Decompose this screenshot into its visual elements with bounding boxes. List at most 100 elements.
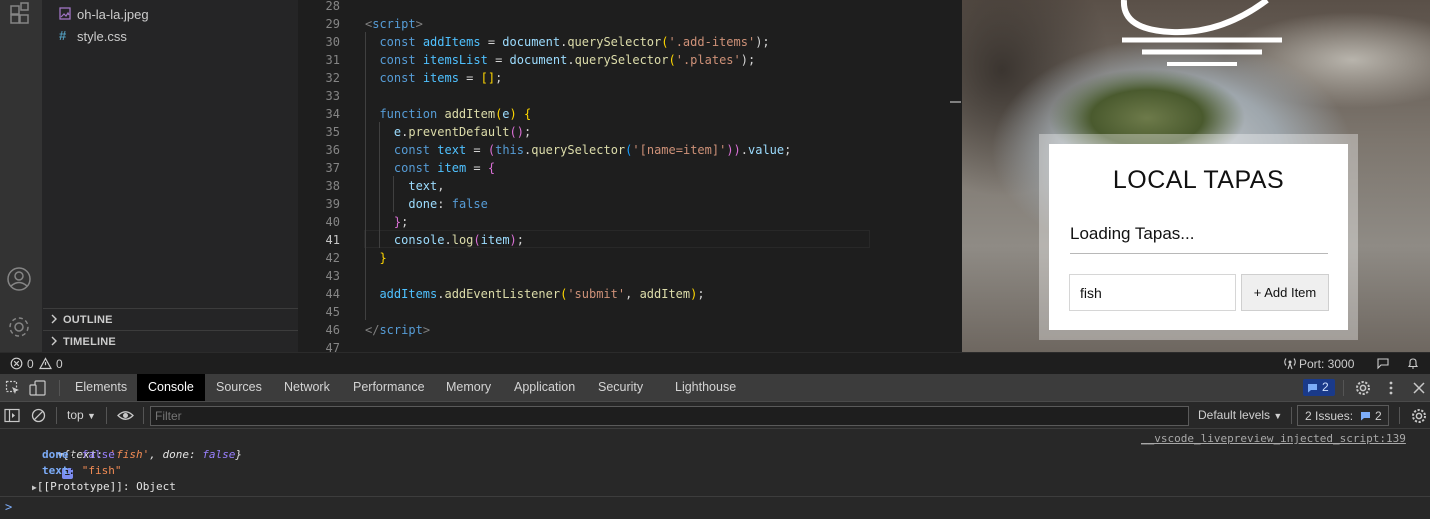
line-number: 35 — [325, 125, 340, 139]
eye-icon[interactable] — [117, 409, 134, 427]
code-token: ; — [516, 233, 525, 247]
tab-sources[interactable]: Sources — [205, 374, 273, 401]
line-number: 43 — [325, 269, 340, 283]
filter-input[interactable] — [150, 406, 1189, 426]
source-link[interactable]: __vscode_livepreview_injected_script:139 — [1141, 432, 1406, 445]
bell-icon[interactable] — [1407, 357, 1419, 373]
line-number: 32 — [325, 71, 340, 85]
object-property: done: false — [42, 448, 115, 461]
code-line: 36 const text = (this.querySelector('[na… — [298, 141, 948, 159]
code-token: false — [451, 197, 488, 211]
activity-bar — [0, 0, 43, 352]
explorer-sidebar: oh-la-la.jpeg # style.css OUTLINE TIMELI… — [43, 0, 298, 352]
console-token: , — [149, 448, 163, 461]
code-token: addItems — [379, 287, 438, 301]
clear-console-icon[interactable] — [31, 408, 46, 428]
tab-performance[interactable]: Performance — [342, 374, 436, 401]
error-count[interactable]: 0 — [27, 357, 34, 371]
split-sash[interactable] — [948, 0, 962, 352]
error-icon[interactable] — [10, 357, 23, 373]
code-token: addItems — [422, 35, 481, 49]
code-token: ; — [495, 71, 503, 85]
code-line: 41 console.log(item); — [298, 231, 948, 249]
console-prompt[interactable]: > — [0, 496, 1430, 519]
explorer-file-image[interactable]: oh-la-la.jpeg — [43, 4, 298, 26]
tab-elements[interactable]: Elements — [64, 374, 138, 401]
code-token: ); — [740, 53, 756, 67]
port-status[interactable]: Port: 3000 — [1299, 357, 1354, 371]
code-token: ) — [509, 107, 517, 121]
code-token: ( — [487, 143, 496, 157]
item-input[interactable] — [1069, 274, 1236, 311]
line-number: 42 — [325, 251, 340, 265]
divider — [59, 380, 60, 396]
settings-gear-icon[interactable] — [1355, 380, 1371, 401]
gear-icon[interactable] — [6, 314, 34, 342]
code-line: 44 addItems.addEventListener('submit', a… — [298, 285, 948, 303]
code-line: 39 done: false — [298, 195, 948, 213]
code-line: 33 — [298, 87, 948, 105]
close-icon[interactable] — [1411, 380, 1427, 401]
code-token: = — [458, 71, 481, 85]
code-token: const — [393, 161, 431, 175]
console-settings-icon[interactable] — [1411, 408, 1427, 429]
code-token: const — [393, 143, 431, 157]
issues-label: 2 Issues: — [1305, 409, 1354, 423]
code-token: e — [502, 107, 510, 121]
messages-badge[interactable]: 2 — [1303, 379, 1335, 396]
file-name: oh-la-la.jpeg — [77, 7, 149, 22]
outline-section[interactable]: OUTLINE — [43, 308, 298, 330]
code-token: : — [437, 197, 452, 211]
property-key: [[Prototype]] — [36, 480, 123, 493]
prototype-entry[interactable]: ▶[[Prototype]]: Object — [32, 479, 176, 496]
code-line: 34 function addItem(e) { — [298, 105, 948, 123]
code-editor[interactable]: 28 29 <script> 30 const addItems = docume… — [298, 0, 948, 352]
sash-marker — [950, 101, 961, 103]
issues-button[interactable]: 2 Issues: 2 — [1297, 405, 1389, 426]
divider — [56, 407, 57, 424]
loading-text: Loading Tapas... — [1070, 224, 1195, 243]
add-item-button[interactable]: + Add Item — [1241, 274, 1329, 311]
code-token: item — [480, 233, 510, 247]
dropdown-arrow-icon: ▼ — [1273, 411, 1283, 421]
line-number: 33 — [325, 89, 340, 103]
feedback-icon[interactable] — [1376, 357, 1390, 373]
tab-security[interactable]: Security — [587, 374, 654, 401]
tab-lighthouse[interactable]: Lighthouse — [664, 374, 747, 401]
message-icon — [1361, 412, 1370, 421]
code-token: 'submit' — [567, 287, 626, 301]
device-toolbar-icon[interactable] — [29, 380, 47, 401]
code-token: ; — [523, 125, 532, 139]
tab-console[interactable]: Console — [137, 374, 205, 401]
explorer-file-css[interactable]: # style.css — [43, 26, 298, 48]
warning-icon[interactable] — [38, 357, 53, 373]
more-options-icon[interactable] — [1383, 380, 1399, 401]
line-number: 31 — [325, 53, 340, 67]
tab-network[interactable]: Network — [273, 374, 341, 401]
chevron-right-icon — [49, 334, 59, 348]
code-token: . — [740, 143, 748, 157]
code-token: = — [466, 143, 488, 157]
sidebar-toggle-icon[interactable] — [4, 408, 20, 428]
console-toolbar: top ▼ Default levels ▼ 2 Issues: 2 — [0, 402, 1430, 429]
log-levels-label: Default levels — [1198, 408, 1271, 422]
code-token: )) — [726, 143, 741, 157]
message-icon — [1308, 384, 1317, 393]
code-token: value — [748, 143, 785, 157]
timeline-section[interactable]: TIMELINE — [43, 330, 298, 352]
tab-memory[interactable]: Memory — [435, 374, 502, 401]
inspect-element-icon[interactable] — [5, 380, 21, 401]
warning-count[interactable]: 0 — [56, 357, 63, 371]
account-icon[interactable] — [6, 266, 34, 294]
code-line: 38 text, — [298, 177, 948, 195]
code-token: [] — [480, 71, 496, 85]
context-selector[interactable]: top ▼ — [67, 408, 96, 422]
divider — [1291, 407, 1292, 424]
tab-application[interactable]: Application — [503, 374, 586, 401]
property-value: Object — [136, 480, 176, 493]
code-token: this — [495, 143, 524, 157]
log-levels-dropdown[interactable]: Default levels ▼ — [1198, 408, 1282, 422]
code-token: document — [509, 53, 568, 67]
extensions-icon[interactable] — [6, 0, 34, 28]
code-token: ( — [473, 233, 481, 247]
